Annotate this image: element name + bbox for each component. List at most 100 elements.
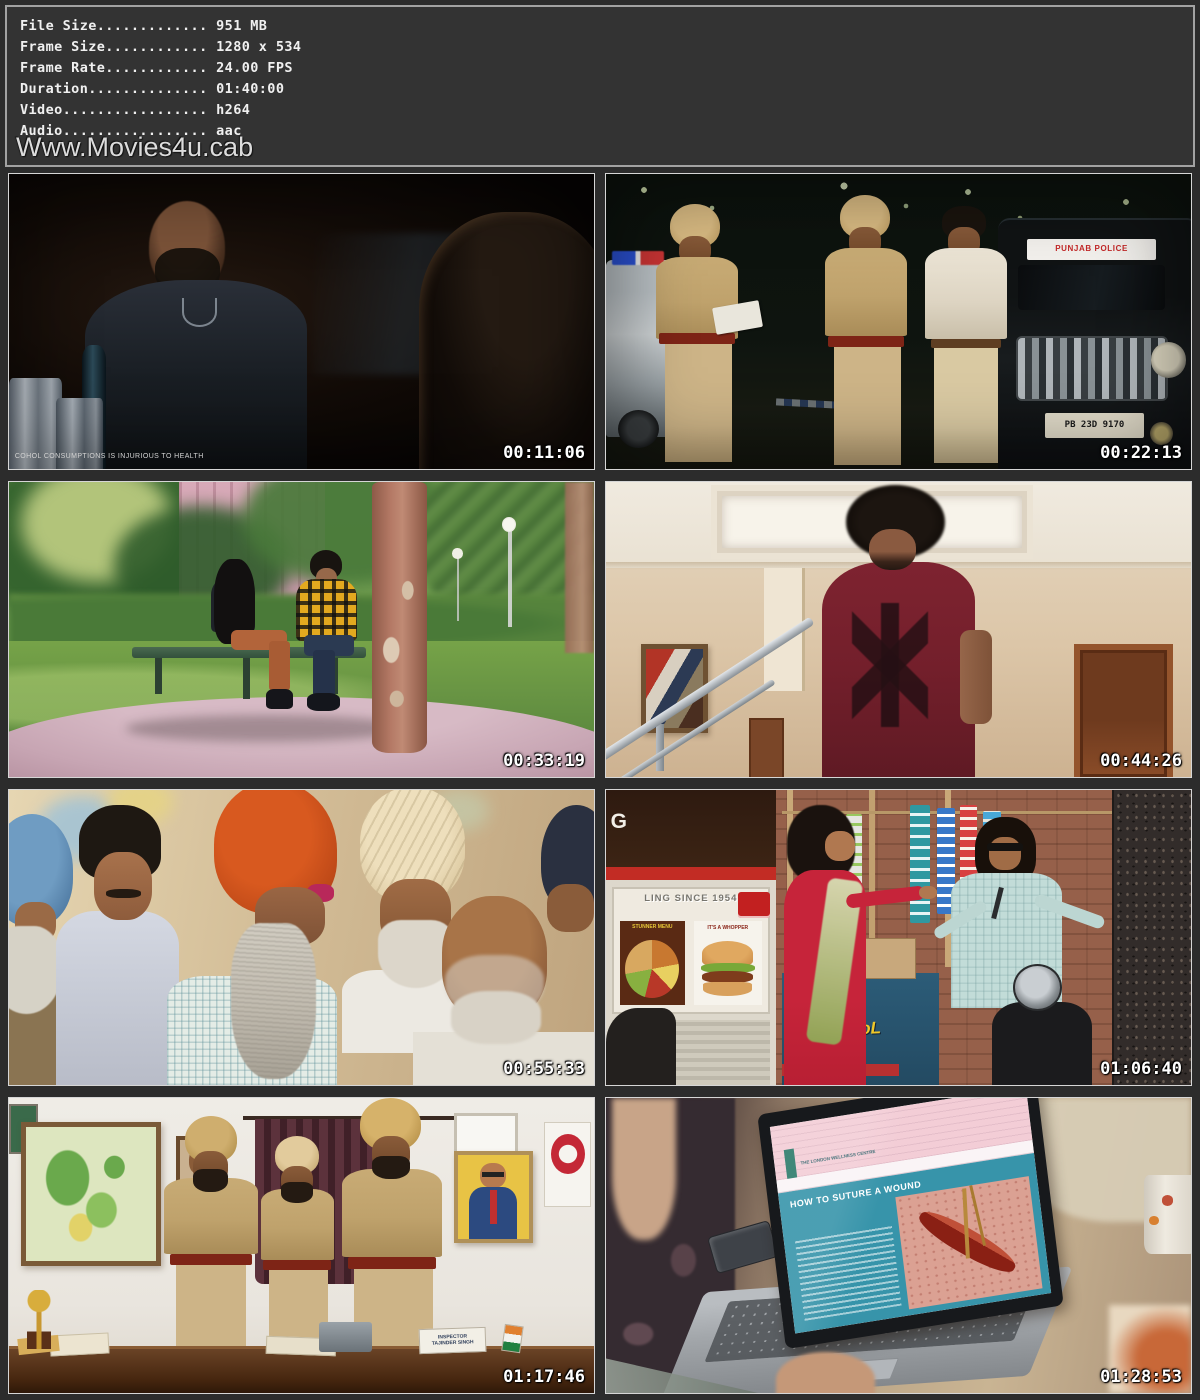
- menu-wheel-graphic: [625, 940, 679, 998]
- timestamp-overlay: 00:44:26: [1100, 753, 1182, 770]
- palm-trunk: [565, 482, 594, 653]
- portrait-tie: [490, 1190, 497, 1223]
- screenshot-laptop-website: THE LONDON WELLNESS CENTRE Home Help us …: [605, 1097, 1192, 1394]
- webpage: THE LONDON WELLNESS CENTRE Home Help us …: [770, 1097, 1051, 1333]
- inspector-name-plate: INSPECTOR TAJINDER SINGH: [418, 1327, 486, 1354]
- gold-trophy: [27, 1290, 52, 1349]
- storefront-red-strip: [606, 867, 776, 880]
- woman-boot: [266, 689, 292, 710]
- woman-hand: [919, 886, 937, 899]
- bike-headlamp: [1013, 964, 1063, 1011]
- officer2-belt: [263, 1260, 330, 1270]
- officer2-uniform: [825, 248, 907, 337]
- info-line-file-size: File Size............. 951 MB: [20, 16, 301, 37]
- license-plate: PB 23D 9170: [1045, 413, 1144, 438]
- foreground-man-back: [419, 212, 596, 470]
- info-line-duration: Duration.............. 01:40:00: [20, 79, 301, 100]
- man-leg: [313, 650, 335, 697]
- info-line-frame-size: Frame Size............ 1280 x 534: [20, 37, 301, 58]
- screenshot-crowd-turbans: 00:55:33: [8, 789, 595, 1086]
- lamp-post: [457, 556, 460, 621]
- bench-shadow: [126, 715, 407, 742]
- suv-windshield: [1018, 265, 1164, 309]
- necklace: [182, 298, 217, 328]
- stunner-menu-text: STUNNER MENU: [623, 925, 682, 930]
- village-map-frame: [21, 1122, 161, 1267]
- health-warning-text: COHOL CONSUMPTIONS IS INJURIOUS TO HEALT…: [15, 453, 204, 460]
- cola-sign: [738, 892, 770, 919]
- man-face: [989, 837, 1021, 869]
- man-shoe: [307, 693, 339, 711]
- officer3-belt: [348, 1257, 436, 1268]
- menu-poster: STUNNER MENU: [620, 921, 685, 1005]
- timestamp-overlay: 01:06:40: [1100, 1061, 1182, 1078]
- jeep-wheel: [618, 410, 659, 448]
- burger-bun-bottom: [703, 982, 752, 995]
- media-info-lines: File Size............. 951 MB Frame Size…: [20, 16, 301, 142]
- civilian-trousers: [934, 348, 998, 463]
- lamp-globe: [452, 548, 463, 559]
- police-emblem-poster: [544, 1122, 591, 1208]
- timestamp-overlay: 00:11:06: [503, 445, 585, 462]
- officer2-beard: [281, 1182, 313, 1203]
- screenshot-grid: COHOL CONSUMPTIONS IS INJURIOUS TO HEALT…: [8, 173, 1192, 1394]
- parked-moped: [606, 1008, 676, 1085]
- sunglasses: [987, 843, 1022, 851]
- officer2-trousers: [834, 347, 901, 465]
- emblem-ring: [551, 1134, 585, 1174]
- timestamp-overlay: 01:28:53: [1100, 1369, 1182, 1386]
- lamp-post: [508, 526, 512, 626]
- info-line-video: Video................. h264: [20, 100, 301, 121]
- man-face: [869, 529, 916, 570]
- granite-pillar: [1112, 790, 1191, 1085]
- man-face: [547, 884, 594, 931]
- name-plate-line2: TAJINDER SINGH: [431, 1340, 473, 1346]
- bench-leg: [155, 656, 162, 694]
- palm-trunk: [372, 482, 428, 753]
- white-cup: [1144, 1175, 1192, 1255]
- young-man-shirt: [56, 911, 179, 1085]
- cup-flower: [1149, 1216, 1158, 1225]
- site-watermark: Www.Movies4u.cab: [16, 132, 253, 163]
- screenshot-staircase-home: 00:44:26: [605, 481, 1192, 778]
- man-arm: [960, 630, 992, 724]
- police-lightbar: [612, 251, 665, 266]
- storefront-fascia: [606, 790, 776, 867]
- railing-baluster: [656, 724, 664, 771]
- media-info-box: File Size............. 951 MB Frame Size…: [5, 5, 1195, 167]
- timestamp-overlay: 00:55:33: [503, 1061, 585, 1078]
- suv-grille: [1016, 336, 1168, 401]
- bench-leg: [243, 658, 250, 699]
- moustache: [106, 889, 141, 898]
- officer3-uniform: [342, 1169, 441, 1258]
- hanging-sachet-strip: [910, 805, 930, 923]
- whopper-poster: IT'S A WHOPPER: [694, 921, 762, 1005]
- bamboo-pole: [869, 790, 874, 961]
- officer1-belt: [170, 1254, 252, 1265]
- ambedkar-portrait: [454, 1151, 533, 1242]
- bike-body: [992, 1002, 1091, 1085]
- timestamp-overlay: 00:33:19: [503, 753, 585, 770]
- person-arm: [612, 1098, 676, 1240]
- civilian-belt: [931, 339, 1001, 348]
- laptop-screen: THE LONDON WELLNESS CENTRE Home Help us …: [757, 1097, 1063, 1349]
- storefront-letter: G: [611, 811, 627, 832]
- cup-flower: [1162, 1195, 1174, 1205]
- officer2-belt: [828, 336, 904, 346]
- whopper-text: IT'S A WHOPPER: [695, 926, 760, 931]
- long-grey-beard: [231, 923, 316, 1079]
- officer1-beard: [193, 1169, 228, 1193]
- screenshot-police-night: PUNJAB POLICE PB 23D 9170 00:22:13: [605, 173, 1192, 470]
- officer1-trousers: [665, 344, 732, 462]
- screenshot-police-office: INSPECTOR TAJINDER SINGH 01:17:46: [8, 1097, 595, 1394]
- screenshot-bar-night: COHOL CONSUMPTIONS IS INJURIOUS TO HEALT…: [8, 173, 595, 470]
- info-line-frame-rate: Frame Rate............ 24.00 FPS: [20, 58, 301, 79]
- officer3-beard: [372, 1156, 410, 1180]
- timestamp-overlay: 00:22:13: [1100, 445, 1182, 462]
- woman-leg: [269, 641, 290, 691]
- portrait-glasses: [482, 1172, 505, 1177]
- suv-headlight: [1151, 342, 1186, 377]
- desk-device: [319, 1322, 372, 1352]
- white-beard: [451, 991, 542, 1044]
- screenshot-street-market: G LING SINCE 1954 STUNNER MENU IT'S A WH…: [605, 789, 1192, 1086]
